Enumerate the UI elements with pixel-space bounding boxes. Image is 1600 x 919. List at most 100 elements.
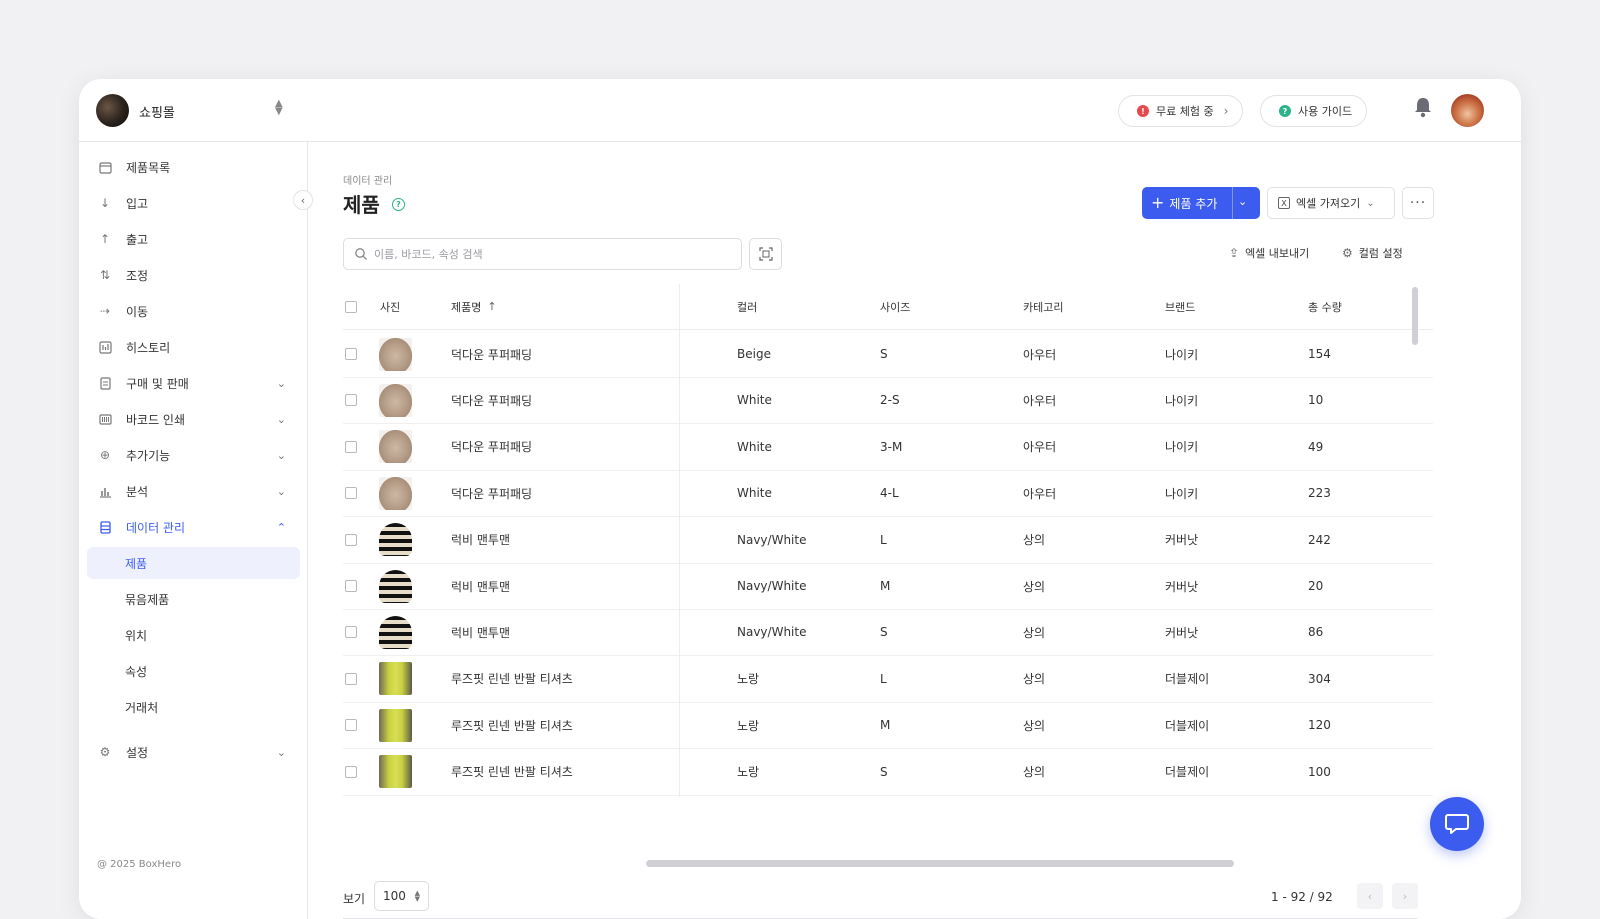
cell-brand: 나이키 bbox=[1165, 440, 1199, 455]
cell-product-name[interactable]: 럭비 맨투맨 bbox=[451, 609, 510, 655]
row-checkbox[interactable] bbox=[345, 440, 357, 453]
table-row[interactable]: 덕다운 푸퍼패딩 White 3-M 아우터 나이키 49 bbox=[343, 424, 1433, 471]
sidebar-item-purchase-sales[interactable]: 구매 및 판매 ⌄ bbox=[87, 367, 300, 399]
select-all-checkbox[interactable] bbox=[345, 300, 357, 313]
row-checkbox[interactable] bbox=[345, 719, 357, 732]
chat-support-button[interactable] bbox=[1430, 797, 1484, 851]
cell-product-name[interactable]: 루즈핏 린넨 반팔 티셔츠 bbox=[451, 749, 573, 795]
guide-button[interactable]: ? 사용 가이드 bbox=[1260, 95, 1368, 127]
cell-product-name[interactable]: 루즈핏 린넨 반팔 티셔츠 bbox=[451, 702, 573, 748]
sort-ascending-icon[interactable]: ↑ bbox=[487, 300, 496, 313]
chevron-down-icon[interactable]: ⌄ bbox=[1238, 195, 1247, 208]
column-header-photo[interactable]: 사진 bbox=[380, 284, 400, 329]
chevron-right-icon: › bbox=[1223, 104, 1229, 118]
cell-product-name[interactable]: 루즈핏 린넨 반팔 티셔츠 bbox=[451, 656, 573, 702]
product-thumbnail[interactable] bbox=[379, 569, 412, 603]
column-header-size[interactable]: 사이즈 bbox=[880, 284, 910, 329]
table-row[interactable]: 럭비 맨투맨 Navy/White L 상의 커버낫 242 bbox=[343, 517, 1433, 564]
table-row[interactable]: 루즈핏 린넨 반팔 티셔츠 노랑 M 상의 더블제이 120 bbox=[343, 702, 1433, 750]
table-row[interactable]: 럭비 맨투맨 Navy/White M 상의 커버낫 20 bbox=[343, 563, 1433, 610]
sidebar-item-analytics[interactable]: 분석 ⌄ bbox=[87, 475, 300, 507]
table-row[interactable]: 덕다운 푸퍼패딩 White 2-S 아우터 나이키 10 bbox=[343, 377, 1433, 425]
sidebar-item-data-management[interactable]: 데이터 관리 ⌃ bbox=[87, 511, 300, 543]
product-thumbnail[interactable] bbox=[379, 337, 412, 371]
sidebar-item-barcode[interactable]: 바코드 인쇄 ⌄ bbox=[87, 403, 300, 435]
trial-button[interactable]: ! 무료 체험 중 › bbox=[1118, 95, 1244, 127]
sidebar-item-settings[interactable]: ⚙ 설정 ⌄ bbox=[87, 736, 300, 768]
user-avatar[interactable] bbox=[1451, 94, 1484, 127]
sidebar-item-move[interactable]: ⇢ 이동 bbox=[87, 295, 300, 327]
more-options-button[interactable]: ··· bbox=[1402, 187, 1434, 219]
horizontal-scrollbar[interactable] bbox=[646, 860, 1234, 867]
table-row[interactable]: 루즈핏 린넨 반팔 티셔츠 노랑 S 상의 더블제이 100 bbox=[343, 749, 1433, 796]
product-thumbnail[interactable] bbox=[379, 523, 412, 557]
column-header-category[interactable]: 카테고리 bbox=[1023, 284, 1063, 329]
store-avatar[interactable] bbox=[96, 94, 129, 127]
column-header-quantity[interactable]: 총 수량 bbox=[1308, 284, 1342, 329]
cell-quantity: 223 bbox=[1308, 486, 1331, 501]
cell-product-name[interactable]: 덕다운 푸퍼패딩 bbox=[451, 331, 532, 377]
bell-icon[interactable] bbox=[1413, 96, 1433, 118]
product-thumbnail[interactable] bbox=[379, 708, 412, 742]
sidebar-subitem-products[interactable]: 제품 bbox=[87, 547, 300, 579]
chevron-down-icon: ⌄ bbox=[276, 745, 286, 759]
vertical-scrollbar[interactable] bbox=[1412, 287, 1418, 345]
column-header-color[interactable]: 컬러 bbox=[737, 284, 757, 329]
page-size-select[interactable]: 100 ▲ ▼ bbox=[374, 881, 429, 911]
sidebar-item-products[interactable]: 제품목록 bbox=[87, 151, 300, 183]
product-thumbnail[interactable] bbox=[379, 755, 412, 789]
sidebar-subitem-locations[interactable]: 위치 bbox=[87, 619, 300, 651]
sidebar-subitem-bundles[interactable]: 묶음제품 bbox=[87, 583, 300, 615]
cell-color: Navy/White bbox=[737, 625, 807, 640]
gear-icon: ⚙ bbox=[99, 745, 111, 759]
product-thumbnail[interactable] bbox=[379, 383, 412, 417]
prev-page-button[interactable]: ‹ bbox=[1357, 883, 1383, 909]
row-checkbox[interactable] bbox=[345, 626, 357, 639]
sidebar-item-inbound[interactable]: ↓ 입고 bbox=[87, 187, 300, 219]
table-row[interactable]: 럭비 맨투맨 Navy/White S 상의 커버낫 86 bbox=[343, 609, 1433, 657]
row-checkbox[interactable] bbox=[345, 533, 357, 546]
store-switch-icon[interactable]: ▲ ▼ bbox=[275, 99, 283, 117]
row-checkbox[interactable] bbox=[345, 394, 357, 407]
search-box[interactable] bbox=[343, 238, 742, 270]
table-row[interactable]: 루즈핏 린넨 반팔 티셔츠 노랑 L 상의 더블제이 304 bbox=[343, 656, 1433, 703]
store-name[interactable]: 쇼핑몰 bbox=[139, 102, 175, 121]
product-thumbnail[interactable] bbox=[379, 430, 412, 464]
row-checkbox[interactable] bbox=[345, 580, 357, 592]
column-header-brand[interactable]: 브랜드 bbox=[1165, 284, 1195, 329]
sidebar-item-adjust[interactable]: ⇅ 조정 bbox=[87, 259, 300, 291]
excel-export-button[interactable]: ⇪ 엑셀 내보내기 bbox=[1229, 245, 1309, 261]
table-row[interactable]: 덕다운 푸퍼패딩 Beige S 아우터 나이키 154 bbox=[343, 331, 1433, 378]
add-product-button[interactable]: + 제품 추가 ⌄ bbox=[1142, 187, 1260, 219]
export-icon: ⇪ bbox=[1229, 246, 1240, 260]
barcode-scan-button[interactable] bbox=[749, 238, 782, 270]
search-input[interactable] bbox=[374, 247, 714, 261]
sidebar-subitem-attributes[interactable]: 속성 bbox=[87, 655, 300, 687]
breadcrumb[interactable]: 데이터 관리 bbox=[343, 172, 392, 187]
column-settings-button[interactable]: ⚙ 컬럼 설정 bbox=[1342, 245, 1403, 261]
column-header-name[interactable]: 제품명 ↑ bbox=[451, 284, 497, 329]
excel-import-button[interactable]: X 엑셀 가져오기 ⌄ bbox=[1267, 187, 1395, 219]
chevron-down-icon: ⌄ bbox=[276, 376, 286, 390]
cell-color: 노랑 bbox=[737, 672, 760, 687]
row-checkbox[interactable] bbox=[345, 348, 357, 360]
sidebar-item-addons[interactable]: ⊕ 추가기능 ⌄ bbox=[87, 439, 300, 471]
product-thumbnail[interactable] bbox=[379, 662, 412, 696]
cell-product-name[interactable]: 럭비 맨투맨 bbox=[451, 517, 510, 563]
table-row[interactable]: 덕다운 푸퍼패딩 White 4-L 아우터 나이키 223 bbox=[343, 470, 1433, 518]
row-checkbox[interactable] bbox=[345, 765, 357, 778]
row-checkbox[interactable] bbox=[345, 672, 357, 685]
product-thumbnail[interactable] bbox=[379, 615, 412, 649]
cell-product-name[interactable]: 덕다운 푸퍼패딩 bbox=[451, 424, 532, 470]
cell-product-name[interactable]: 덕다운 푸퍼패딩 bbox=[451, 470, 532, 516]
next-page-button[interactable]: › bbox=[1392, 883, 1418, 909]
cell-product-name[interactable]: 덕다운 푸퍼패딩 bbox=[451, 377, 532, 423]
help-icon[interactable]: ? bbox=[392, 198, 405, 211]
sidebar-subitem-partners[interactable]: 거래처 bbox=[87, 691, 300, 723]
sidebar-item-history[interactable]: 히스토리 bbox=[87, 331, 300, 363]
cell-product-name[interactable]: 럭비 맨투맨 bbox=[451, 563, 510, 609]
row-checkbox[interactable] bbox=[345, 487, 357, 500]
product-thumbnail[interactable] bbox=[379, 476, 412, 510]
sidebar-item-outbound[interactable]: ↑ 출고 bbox=[87, 223, 300, 255]
cell-category: 상의 bbox=[1023, 765, 1046, 780]
